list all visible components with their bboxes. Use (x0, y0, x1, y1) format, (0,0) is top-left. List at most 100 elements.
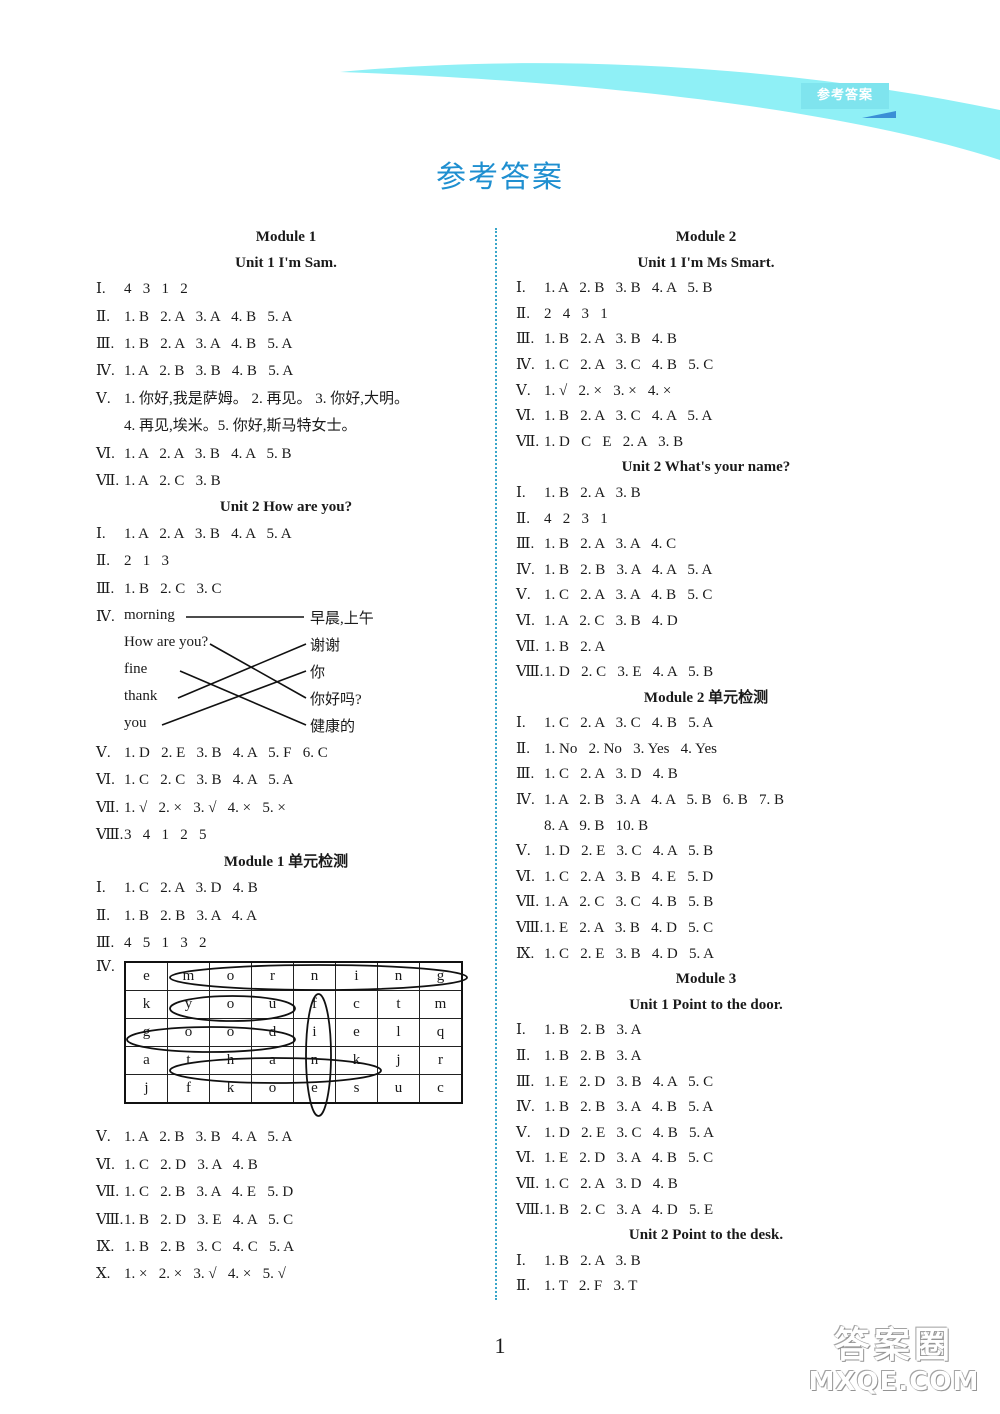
answer-number: Ⅱ. (516, 305, 530, 322)
answer-text: 1. B 2. B 3. A 4. A 5. A (544, 561, 713, 578)
answer-row: Ⅹ. 1. × 2. × 3. √ 4. × 5. √ (96, 1261, 476, 1288)
answer-number: Ⅰ. (516, 715, 526, 732)
answer-number: Ⅴ. (516, 382, 531, 399)
answer-row: Ⅵ. 1. C 2. A 3. B 4. E 5. D (516, 865, 896, 891)
grid-cell: j (377, 1046, 420, 1076)
grid-cell: u (251, 990, 294, 1020)
answer-text: 4 2 3 1 (544, 510, 608, 527)
answer-row: Ⅶ. 1. √ 2. × 3. √ 4. × 5. × (96, 795, 476, 822)
answer-text: 1. C 2. A 3. D 4. B (544, 1175, 678, 1192)
grid-cell: m (419, 990, 463, 1020)
answer-number: Ⅶ. (516, 1175, 540, 1192)
grid-cell: f (167, 1074, 210, 1104)
answer-text: 1. D 2. E 3. C 4. A 5. B (544, 843, 714, 860)
answer-list: Ⅰ. 1. B 2. B 3. A Ⅱ. 1. B 2. B 3. A Ⅲ. 1. E 2… (516, 1018, 896, 1223)
answer-text: 1. B 2. B 3. A 4. A (124, 907, 257, 924)
answer-text: 4 5 1 3 2 (124, 935, 207, 952)
answer-text: 1. E 2. D 3. B 4. A 5. C (544, 1073, 714, 1090)
grid-cell: o (209, 1018, 252, 1048)
answer-row: Ⅲ. 1. B 2. A 3. A 4. C (516, 532, 896, 558)
answer-number: Ⅸ. (96, 1238, 115, 1255)
grid-cell: e (293, 1074, 336, 1104)
answer-text: 1. B 2. A 3. C 4. A 5. A (544, 408, 713, 425)
answer-row: Ⅴ. 1. D 2. E 3. C 4. B 5. A (516, 1121, 896, 1147)
answer-number: Ⅳ. (516, 792, 535, 809)
answer-number: Ⅵ. (516, 1150, 535, 1167)
answer-row: Ⅴ. 1. D 2. E 3. B 4. A 5. F 6. C (96, 740, 476, 767)
answer-text: 1. B 2. A 3. A 4. B 5. A (124, 308, 293, 325)
answer-text: 4 3 1 2 (124, 281, 188, 298)
answer-text: 1. C 2. C 3. B 4. A 5. A (124, 772, 294, 789)
answer-row: Ⅴ. 1. C 2. A 3. A 4. B 5. C (516, 583, 896, 609)
answer-number: Ⅱ. (516, 1048, 530, 1064)
answer-number: Ⅷ. (516, 920, 544, 937)
answer-text: 1. D 2. E 3. B 4. A 5. F 6. C (124, 745, 328, 762)
answer-row: Ⅵ. 1. C 2. D 3. A 4. B (96, 1152, 476, 1179)
grid-row: goodielq (124, 1018, 463, 1048)
grid-cell: s (335, 1074, 378, 1104)
unit-heading: Unit 2 Point to the desk. (628, 1227, 784, 1244)
module-heading: Module 3 (675, 971, 737, 988)
answer-row: Ⅵ. 1. C 2. C 3. B 4. A 5. A (96, 767, 476, 794)
answer-row: Ⅲ. 1. E 2. D 3. B 4. A 5. C (516, 1070, 896, 1096)
answer-text: 1. C 2. A 3. D 4. B (544, 766, 678, 783)
answer-text: 1. C 2. A 3. C 4. B 5. C (544, 356, 714, 373)
unit-heading: Unit 1 I'm Sam. (235, 254, 337, 271)
answer-row: Ⅷ.1. E 2. A 3. B 4. D 5. C (516, 916, 896, 942)
answer-row: Ⅴ. 1. A 2. B 3. B 4. A 5. A (96, 1124, 476, 1151)
answer-text: 3 4 1 2 5 (124, 827, 207, 844)
answer-list: Ⅰ. 1. A 2. A 3. B 4. A 5. A Ⅱ. 2 1 3 Ⅲ. 1. B … (96, 521, 476, 603)
grid-row: kyoufctm (124, 990, 463, 1020)
answer-number: Ⅹ. (96, 1266, 111, 1283)
answer-text: 1. A 2. C 3. B 4. D (544, 612, 678, 629)
answer-number: Ⅴ. (96, 745, 111, 762)
answer-text: 1. B 2. A 3. B (544, 484, 641, 501)
answer-number: Ⅶ. (96, 472, 120, 489)
grid-cell: m (167, 961, 210, 992)
answer-text: 1. A 2. B 3. B 4. A 5. B (544, 280, 713, 297)
grid-cell: k (335, 1046, 378, 1076)
grid-cell: f (293, 990, 336, 1020)
answer-text: 1. D C E 2. A 3. B (544, 433, 684, 450)
answer-text: 1. C 2. D 3. A 4. B (124, 1156, 258, 1173)
answer-row: Ⅲ. 1. B 2. A 3. B 4. B (516, 327, 896, 353)
answer-row: 4. 再见,埃米。5. 你好,斯马特女士。 (96, 413, 476, 440)
answer-number: Ⅵ. (516, 408, 535, 425)
grid-cell: l (377, 1018, 420, 1048)
answer-text: 1. A 2. B 3. B 4. A 5. A (124, 1129, 293, 1146)
answer-text: 1. C 2. A 3. D 4. B (124, 880, 258, 897)
answer-number: Ⅵ. (516, 868, 535, 885)
answer-number: Ⅶ. (516, 638, 540, 655)
answer-row: Ⅰ. 1. C 2. A 3. C 4. B 5. A (516, 711, 896, 737)
word-search-exercise: Ⅳ. emorningkyoufctmgoodielqathankjrjfkoe… (96, 957, 476, 1124)
answer-text: 1. B 2. C 3. C (124, 580, 222, 597)
answer-text: 1. 你好,我是萨姆。 2. 再见。 3. 你好,大明。 (124, 390, 410, 407)
answer-number: Ⅰ. (96, 880, 106, 897)
answer-text: 1. B 2. B 3. A (544, 1048, 642, 1064)
match-line (179, 670, 307, 726)
answer-number: Ⅷ. (516, 664, 544, 681)
grid-cell: q (419, 1018, 463, 1048)
answer-text: 1. B 2. A 3. B (544, 1252, 641, 1269)
grid-cell: i (335, 961, 378, 992)
answer-text: 1. A 2. C 3. C 4. B 5. B (544, 894, 714, 911)
matching-exercise: Ⅳ. morning How are you? fine thank you 早… (96, 603, 476, 740)
module-heading: Module 2 (675, 229, 737, 245)
answer-number: Ⅳ. (516, 1099, 535, 1116)
unit-test-heading: Module 2 单元检测 (643, 689, 769, 706)
answer-number: Ⅴ. (96, 1129, 111, 1146)
watermark-url: MXQE.COM (808, 1367, 980, 1397)
answer-number: Ⅷ. (516, 1201, 544, 1218)
answer-row: Ⅰ. 1. B 2. A 3. B (516, 1249, 896, 1275)
answer-row: Ⅶ. 1. C 2. A 3. D 4. B (516, 1172, 896, 1198)
answer-number: Ⅱ. (516, 1278, 530, 1295)
answer-text: 1. × 2. × 3. √ 4. × 5. √ (124, 1266, 286, 1283)
answer-list: Ⅰ. 4 3 1 2 Ⅱ. 1. B 2. A 3. A 4. B 5. A Ⅲ. 1. … (96, 276, 476, 495)
answer-text: 1. √ 2. × 3. × 4. × (544, 382, 672, 399)
answer-row: Ⅸ. 1. B 2. B 3. C 4. C 5. A (96, 1234, 476, 1261)
answer-row: Ⅵ. 1. A 2. A 3. B 4. A 5. B (96, 441, 476, 468)
answer-number: Ⅲ. (516, 536, 535, 553)
answer-number: Ⅲ. (516, 1073, 535, 1090)
answer-number: Ⅰ. (96, 525, 106, 542)
answer-row: Ⅳ. 1. C 2. A 3. C 4. B 5. C (516, 353, 896, 379)
